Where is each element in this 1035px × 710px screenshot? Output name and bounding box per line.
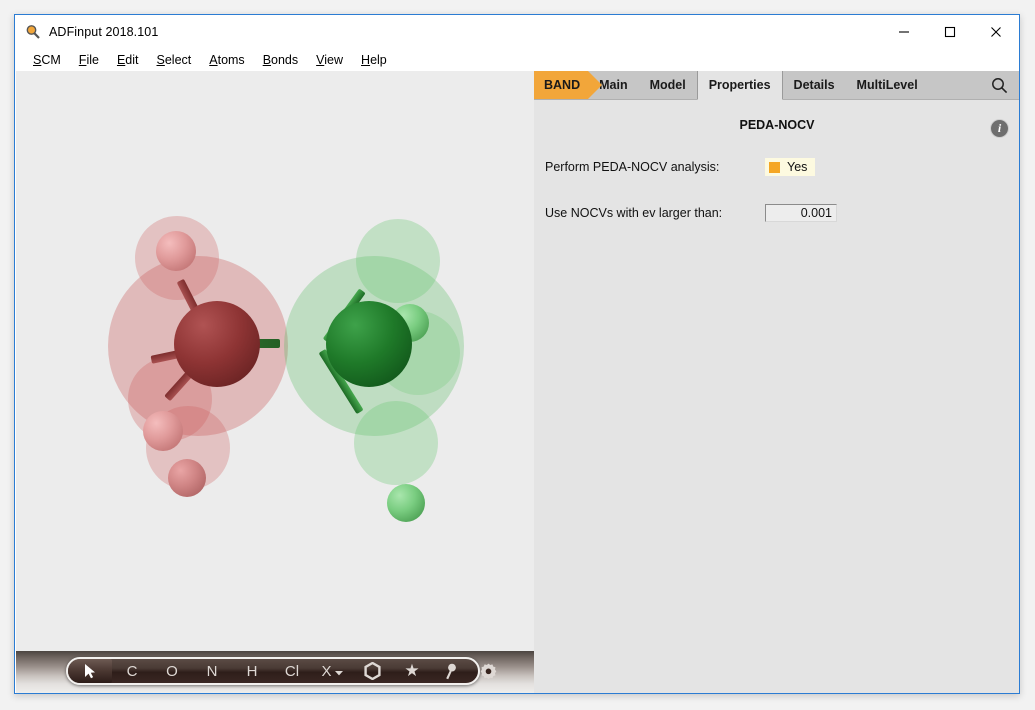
atom-right-hydrogen-bottom[interactable]	[387, 484, 425, 522]
menu-mnemonic: B	[262, 52, 272, 67]
nitrogen-tool[interactable]: N	[192, 659, 232, 683]
perform-peda-nocv-label: Perform PEDA-NOCV analysis:	[545, 160, 720, 174]
carbon-tool[interactable]: C	[112, 659, 152, 683]
menu-mnemonic: A	[209, 52, 218, 67]
tab-details[interactable]: Details	[783, 71, 846, 99]
search-icon[interactable]	[979, 71, 1019, 99]
menu-rest: ile	[86, 52, 99, 67]
vdw-cloud-right-h-top	[356, 219, 440, 303]
menu-item-scm[interactable]: SCM	[24, 51, 70, 69]
perform-peda-nocv-checkbox[interactable]: Yes	[765, 158, 816, 176]
tab-properties[interactable]: Properties	[696, 71, 783, 100]
select-arrow-tool[interactable]	[68, 659, 112, 683]
menu-rest: CM	[41, 52, 61, 67]
field-row-nocv-threshold: Use NOCVs with ev larger than: 0.001	[545, 204, 837, 222]
section-title: PEDA-NOCV	[739, 118, 815, 132]
application-window: ADFinput 2018.101 SCM File Edit Select A…	[14, 14, 1020, 694]
field-row-perform-peda-nocv: Perform PEDA-NOCV analysis: Yes	[545, 158, 816, 176]
menu-rest: dit	[125, 52, 139, 67]
atom-left-hydrogen-top[interactable]	[156, 231, 196, 271]
properties-panel-body: PEDA-NOCV i Perform PEDA-NOCV analysis: …	[534, 100, 1019, 693]
tab-multilevel[interactable]: MultiLevel	[846, 71, 929, 99]
menu-rest: elect	[164, 52, 192, 67]
menu-item-atoms[interactable]: Atoms	[200, 51, 253, 69]
window-title: ADFinput 2018.101	[49, 24, 159, 39]
pin-tool[interactable]	[432, 659, 468, 683]
menu-rest: onds	[271, 52, 299, 67]
hydrogen-tool[interactable]: H	[232, 659, 272, 683]
tab-band-program[interactable]: BAND	[534, 71, 603, 99]
maximize-button[interactable]	[927, 15, 973, 48]
menu-mnemonic: H	[361, 52, 371, 67]
menu-item-edit[interactable]: Edit	[108, 51, 148, 69]
settings-panel: BAND Main Model Properties Details Multi…	[534, 71, 1019, 693]
molecule-draw-toolbar: C O N H Cl X ★	[16, 651, 534, 693]
menu-rest: iew	[324, 52, 344, 67]
title-bar: ADFinput 2018.101	[15, 15, 1019, 48]
perform-peda-nocv-value: Yes	[787, 160, 808, 174]
other-element-label: X	[321, 662, 332, 680]
tab-bar: BAND Main Model Properties Details Multi…	[534, 71, 1019, 100]
menu-item-view[interactable]: View	[307, 51, 352, 69]
chlorine-tool[interactable]: Cl	[272, 659, 312, 683]
molecule-viewport[interactable]	[16, 71, 534, 651]
info-icon[interactable]: i	[991, 120, 1008, 137]
menu-rest: toms	[217, 52, 245, 67]
tab-model[interactable]: Model	[639, 71, 697, 99]
atom-left-hydrogen-bottom[interactable]	[168, 459, 206, 497]
menu-item-help[interactable]: Help	[352, 51, 396, 69]
menu-item-file[interactable]: File	[70, 51, 108, 69]
tool-pill: C O N H Cl X ★	[66, 657, 496, 685]
other-element-tool[interactable]: X	[312, 659, 352, 683]
menu-item-select[interactable]: Select	[148, 51, 201, 69]
close-button[interactable]	[973, 15, 1019, 48]
vdw-cloud-right-h-bottom	[354, 401, 438, 485]
atom-left-hydrogen-lower[interactable]	[143, 411, 183, 451]
oxygen-tool[interactable]: O	[152, 659, 192, 683]
window-controls	[881, 15, 1019, 48]
menu-rest: elp	[370, 52, 387, 67]
menu-bar: SCM File Edit Select Atoms Bonds View He…	[15, 48, 1019, 71]
atom-right-carbon[interactable]	[326, 301, 412, 387]
atom-left-carbon[interactable]	[174, 301, 260, 387]
star-tool[interactable]: ★	[392, 659, 432, 683]
magnifier-icon	[25, 24, 41, 40]
tab-band-label: BAND	[544, 78, 581, 92]
checkbox-checked-icon	[769, 161, 780, 173]
ring-tool[interactable]	[352, 659, 392, 683]
nocv-threshold-label: Use NOCVs with ev larger than:	[545, 206, 723, 220]
chevron-down-icon[interactable]	[334, 663, 343, 680]
minimize-button[interactable]	[881, 15, 927, 48]
menu-mnemonic: S	[156, 52, 165, 67]
gear-tool[interactable]	[468, 659, 508, 683]
nocv-threshold-input[interactable]: 0.001	[765, 204, 837, 222]
menu-item-bonds[interactable]: Bonds	[254, 51, 307, 69]
